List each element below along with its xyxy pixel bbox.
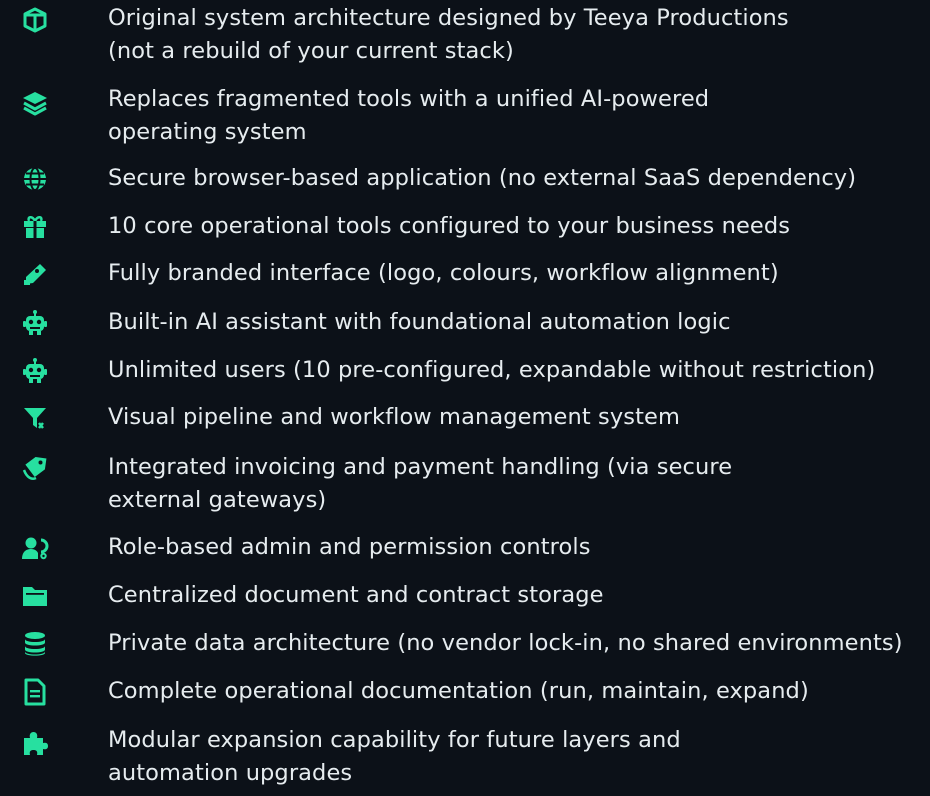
feature-text: Secure browser-based application (no ext… — [108, 162, 930, 195]
globe-icon — [21, 165, 49, 193]
feature-text-line: 10 core operational tools configured to … — [108, 213, 791, 239]
feature-text: Complete operational documentation (run,… — [108, 675, 930, 708]
puzzle-icon — [21, 729, 49, 757]
feature-text-line: operating system — [108, 119, 307, 145]
feature-text: Original system architecture designed by… — [108, 2, 930, 68]
gift-icon — [21, 213, 49, 241]
folder-icon — [21, 582, 49, 610]
feature-list: Original system architecture designed by… — [0, 0, 930, 796]
feature-text: Role-based admin and permission controls — [108, 531, 930, 564]
feature-text: Fully branded interface (logo, colours, … — [108, 257, 930, 290]
feature-text-line: external gateways) — [108, 487, 327, 513]
database-icon — [21, 630, 49, 658]
filter-icon — [21, 404, 49, 432]
feature-text: Centralized document and contract storag… — [108, 579, 930, 612]
feature-text-line: Visual pipeline and workflow management … — [108, 404, 680, 430]
feature-text-line: Original system architecture designed by… — [108, 5, 789, 31]
feature-text: Modular expansion capability for future … — [108, 724, 930, 790]
feature-text: Replaces fragmented tools with a unified… — [108, 83, 930, 149]
feature-text-line: Role-based admin and permission controls — [108, 534, 591, 560]
feature-text: 10 core operational tools configured to … — [108, 210, 930, 243]
feature-text-line: Built-in AI assistant with foundational … — [108, 309, 731, 335]
feature-text: Visual pipeline and workflow management … — [108, 401, 930, 434]
feature-text: Unlimited users (10 pre-configured, expa… — [108, 354, 930, 387]
layers-icon — [21, 89, 49, 117]
feature-text-line: Fully branded interface (logo, colours, … — [108, 260, 779, 286]
feature-text-line: Replaces fragmented tools with a unified… — [108, 86, 710, 112]
feature-text-line: Complete operational documentation (run,… — [108, 678, 809, 704]
feature-text-line: Unlimited users (10 pre-configured, expa… — [108, 357, 876, 383]
feature-text-line: automation upgrades — [108, 760, 353, 786]
feature-text: Private data architecture (no vendor loc… — [108, 627, 930, 660]
feature-text-line: Private data architecture (no vendor loc… — [108, 630, 903, 656]
feature-text: Built-in AI assistant with foundational … — [108, 306, 930, 339]
pen-icon — [21, 260, 49, 288]
tag-icon — [21, 454, 49, 482]
feature-text-line: (not a rebuild of your current stack) — [108, 38, 514, 64]
user-settings-icon — [21, 534, 49, 562]
feature-text-line: Integrated invoicing and payment handlin… — [108, 454, 733, 480]
feature-text-line: Secure browser-based application (no ext… — [108, 165, 857, 191]
feature-text-line: Centralized document and contract storag… — [108, 582, 604, 608]
feature-text-line: Modular expansion capability for future … — [108, 727, 681, 753]
document-icon — [21, 678, 49, 706]
robot-icon — [21, 357, 49, 385]
feature-text: Integrated invoicing and payment handlin… — [108, 451, 930, 517]
box-icon — [21, 6, 49, 34]
robot-icon — [21, 309, 49, 337]
